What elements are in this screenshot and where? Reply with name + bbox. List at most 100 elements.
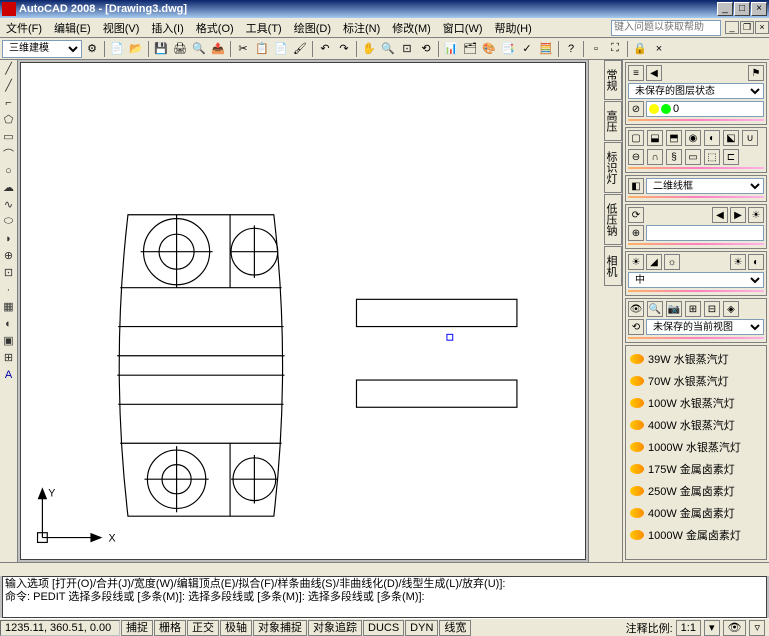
intersect-icon[interactable]: ∩ (647, 149, 663, 165)
top-view-icon[interactable]: ⊞ (685, 301, 701, 317)
annoscale-menu-icon[interactable]: ▾ (704, 620, 720, 636)
revcloud-icon[interactable]: ☁ (0, 179, 17, 196)
vs-manager-icon[interactable]: ◧ (628, 178, 644, 194)
copy-icon[interactable]: 📋 (253, 40, 271, 58)
vtab-2[interactable]: 标识灯 (604, 142, 622, 193)
redo-icon[interactable]: ↷ (335, 40, 353, 58)
subtract-icon[interactable]: ⊖ (628, 149, 644, 165)
minimize-button[interactable]: _ (717, 2, 733, 16)
ssm-icon[interactable]: 📑 (499, 40, 517, 58)
pan-icon[interactable]: ✋ (360, 40, 378, 58)
help-icon[interactable]: ? (562, 40, 580, 58)
properties-icon[interactable]: 📊 (442, 40, 460, 58)
doc-minimize-button[interactable]: _ (725, 21, 739, 34)
new-view-icon[interactable]: 🔍 (647, 301, 663, 317)
lwt-toggle[interactable]: 线宽 (439, 620, 471, 636)
visual-style-combo[interactable]: 二维线框 (646, 178, 764, 194)
menu-draw[interactable]: 绘图(D) (288, 18, 337, 38)
table-icon[interactable]: ⊞ (0, 349, 17, 366)
layer-filter-icon[interactable]: ⊘ (628, 101, 644, 117)
zoom-rt-icon[interactable]: 🔍 (379, 40, 397, 58)
toolpalette-icon[interactable]: 🎨 (480, 40, 498, 58)
free-orbit-icon[interactable]: ⊕ (628, 225, 644, 241)
new-icon[interactable]: 📄 (108, 40, 126, 58)
coords-readout[interactable]: 1235.11, 360.51, 0.00 (0, 620, 120, 636)
ellipsearc-icon[interactable]: ◗ (0, 230, 17, 247)
spline-icon[interactable]: ∿ (0, 196, 17, 213)
insert-icon[interactable]: ⊕ (0, 247, 17, 264)
xline-icon[interactable]: ╱ (0, 77, 17, 94)
annotation-visibility-icon[interactable]: 👁 (723, 620, 747, 636)
sweep-icon[interactable]: ◉ (685, 130, 701, 146)
polysolid-icon[interactable]: ▭ (685, 149, 701, 165)
layer-current-combo[interactable]: 0 (646, 101, 764, 117)
close-button[interactable]: × (751, 2, 767, 16)
planar-icon[interactable]: ⬚ (704, 149, 720, 165)
workspace-combo[interactable]: 三维建模 (2, 40, 82, 58)
layer-states-icon[interactable]: ⚑ (748, 65, 764, 81)
menu-edit[interactable]: 编辑(E) (48, 18, 97, 38)
menu-window[interactable]: 窗口(W) (437, 18, 489, 38)
sky-icon[interactable]: ◐ (748, 254, 764, 270)
helix-icon[interactable]: § (666, 149, 682, 165)
region-icon[interactable]: ▣ (0, 332, 17, 349)
command-window[interactable]: 输入选项 [打开(O)/合并(J)/宽度(W)/编辑顶点(E)/拟合(F)/样条… (2, 576, 767, 618)
match-icon[interactable]: 🖌 (291, 40, 309, 58)
named-views-icon[interactable]: 👁 (628, 301, 644, 317)
lock-icon[interactable]: 🔒 (631, 40, 649, 58)
markup-icon[interactable]: ✓ (518, 40, 536, 58)
doc-close-button[interactable]: × (755, 21, 769, 34)
maximize-button[interactable]: □ (734, 2, 750, 16)
vtab-0[interactable]: 常规 (604, 60, 622, 100)
cleanscreen-icon[interactable]: ⛶ (606, 40, 624, 58)
publish-icon[interactable]: 📤 (209, 40, 227, 58)
horizontal-scrollbar[interactable] (0, 562, 769, 576)
rectangle-icon[interactable]: ▭ (0, 128, 17, 145)
presspull-icon[interactable]: ⬒ (666, 130, 682, 146)
menu-file[interactable]: 文件(F) (0, 18, 48, 38)
otrack-toggle[interactable]: 对象追踪 (308, 620, 362, 636)
light-item[interactable]: 400W 水银蒸汽灯 (628, 414, 764, 436)
bottom-view-icon[interactable]: ⊟ (704, 301, 720, 317)
preview-icon[interactable]: 🔍 (190, 40, 208, 58)
zoom-win-icon[interactable]: ⊡ (398, 40, 416, 58)
calc-icon[interactable]: 🧮 (537, 40, 555, 58)
vertical-scrollbar[interactable] (588, 60, 604, 562)
help-search-input[interactable] (611, 20, 721, 36)
dcenter-icon[interactable]: 🗂 (461, 40, 479, 58)
layer-prev-icon[interactable]: ◀ (646, 65, 662, 81)
hatch-icon[interactable]: ▦ (0, 298, 17, 315)
view-prev-icon[interactable]: ⟲ (628, 319, 644, 335)
menu-dimension[interactable]: 标注(N) (337, 18, 386, 38)
light-item[interactable]: 400W 金属卤素灯 (628, 502, 764, 524)
gradient-icon[interactable]: ◐ (0, 315, 17, 332)
polygon-icon[interactable]: ⬠ (0, 111, 17, 128)
osnap-toggle[interactable]: 对象捕捉 (253, 620, 307, 636)
pline-icon[interactable]: ⌐ (0, 94, 17, 111)
status-tray-icon[interactable]: ▿ (749, 620, 765, 636)
drawing-canvas[interactable]: Y X (20, 62, 586, 560)
annoscale-value[interactable]: 1:1 (676, 620, 701, 636)
spot-light-icon[interactable]: ◢ (646, 254, 662, 270)
light-item[interactable]: 175W 金属卤素灯 (628, 458, 764, 480)
save-icon[interactable]: 💾 (152, 40, 170, 58)
nav-walk-icon[interactable]: ☀ (748, 207, 764, 223)
plot-icon[interactable]: 🖨 (171, 40, 189, 58)
point-light-icon[interactable]: ☀ (628, 254, 644, 270)
line-icon[interactable]: ╱ (0, 60, 17, 77)
zoom-prev-icon[interactable]: ⟲ (417, 40, 435, 58)
paste-icon[interactable]: 📄 (272, 40, 290, 58)
loft-icon[interactable]: ⬕ (723, 130, 739, 146)
layer-manager-icon[interactable]: ≡ (628, 65, 644, 81)
ellipse-icon[interactable]: ⬭ (0, 213, 17, 230)
vtab-3[interactable]: 低压钠 (604, 194, 622, 245)
light-item[interactable]: 39W 水银蒸汽灯 (628, 348, 764, 370)
ortho-toggle[interactable]: 正交 (187, 620, 219, 636)
cut-icon[interactable]: ✂ (234, 40, 252, 58)
constrained-orbit-icon[interactable]: ⟳ (628, 207, 644, 223)
menu-view[interactable]: 视图(V) (97, 18, 146, 38)
named-view-combo[interactable]: 未保存的当前视图 (646, 319, 764, 335)
camera-icon[interactable]: 📷 (666, 301, 682, 317)
nav-prev-icon[interactable]: ◀ (712, 207, 728, 223)
ducs-toggle[interactable]: DUCS (363, 620, 404, 636)
